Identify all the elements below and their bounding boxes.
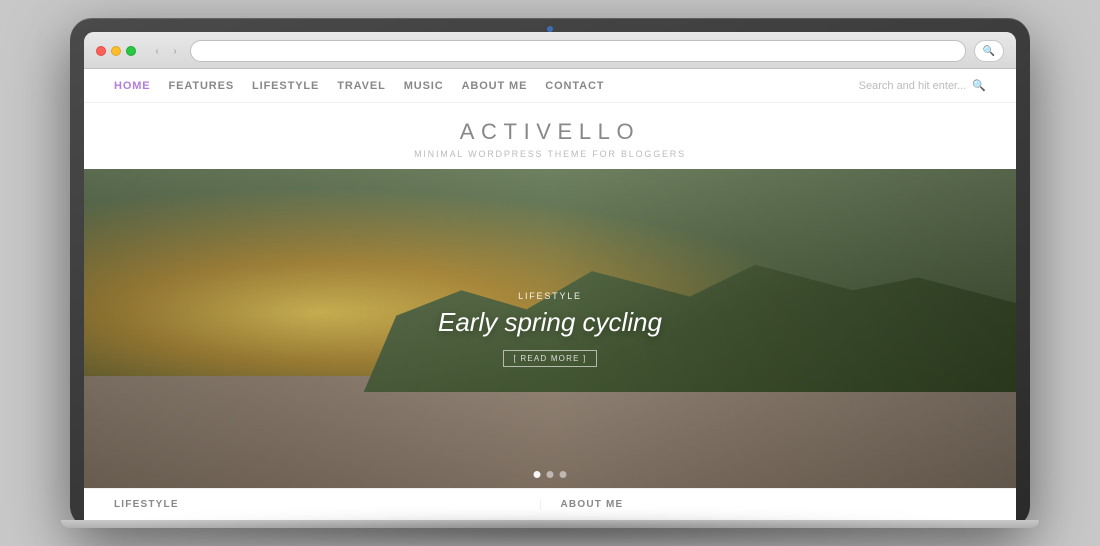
nav-links: HOME FEATURES LIFESTYLE TRAVEL MUSIC ABO… xyxy=(114,80,604,92)
search-icon[interactable]: 🔍 xyxy=(972,79,986,92)
hero-content: LIFESTYLE Early spring cycling [ READ MO… xyxy=(438,291,662,367)
site-header: ACTIVELLO MINIMAL WORDPRESS THEME FOR BL… xyxy=(84,103,1016,169)
site-subtitle: MINIMAL WORDPRESS THEME FOR BLOGGERS xyxy=(84,149,1016,159)
close-button[interactable] xyxy=(96,46,106,56)
nav-contact[interactable]: CONTACT xyxy=(545,80,604,92)
slider-dot-3[interactable] xyxy=(560,471,567,478)
hero-title: Early spring cycling xyxy=(438,307,662,338)
slider-dots xyxy=(534,471,567,478)
browser-search[interactable]: 🔍 xyxy=(974,40,1004,62)
footer-about-title: ABOUT ME xyxy=(561,499,967,510)
nav-music[interactable]: MUSIC xyxy=(404,80,444,92)
hero-read-more-button[interactable]: [ READ MORE ] xyxy=(503,350,598,367)
footer-col-about: ABOUT ME xyxy=(561,499,987,510)
nav-features[interactable]: FEATURES xyxy=(169,80,235,92)
site-navigation: HOME FEATURES LIFESTYLE TRAVEL MUSIC ABO… xyxy=(84,69,1016,103)
laptop-shadow xyxy=(118,520,982,540)
slider-dot-2[interactable] xyxy=(547,471,554,478)
traffic-lights xyxy=(96,46,136,56)
footer-col-lifestyle: LIFESTYLE xyxy=(114,499,541,510)
hero-section: LIFESTYLE Early spring cycling [ READ MO… xyxy=(84,169,1016,488)
nav-about[interactable]: ABOUT ME xyxy=(462,80,528,92)
forward-arrow[interactable]: › xyxy=(168,44,182,58)
footer-lifestyle-title: LIFESTYLE xyxy=(114,499,520,510)
site-search[interactable]: Search and hit enter... 🔍 xyxy=(859,79,986,92)
search-placeholder-text: Search and hit enter... xyxy=(859,80,967,92)
back-arrow[interactable]: ‹ xyxy=(150,44,164,58)
minimize-button[interactable] xyxy=(111,46,121,56)
hero-category: LIFESTYLE xyxy=(438,291,662,301)
maximize-button[interactable] xyxy=(126,46,136,56)
address-bar[interactable] xyxy=(190,40,966,62)
nav-home[interactable]: HOME xyxy=(114,80,151,92)
search-icon: 🔍 xyxy=(983,46,995,57)
slider-dot-1[interactable] xyxy=(534,471,541,478)
nav-lifestyle[interactable]: LIFESTYLE xyxy=(252,80,319,92)
laptop-shell: ‹ › 🔍 HOME FEATURES LIFESTYLE TRAVEL MUS… xyxy=(70,18,1030,528)
browser-chrome: ‹ › 🔍 xyxy=(84,32,1016,69)
nav-arrows: ‹ › xyxy=(150,44,182,58)
nav-travel[interactable]: TRAVEL xyxy=(337,80,385,92)
browser-window: ‹ › 🔍 HOME FEATURES LIFESTYLE TRAVEL MUS… xyxy=(84,32,1016,520)
site-title: ACTIVELLO xyxy=(84,119,1016,145)
footer-strip: LIFESTYLE ABOUT ME xyxy=(84,488,1016,520)
website-content: HOME FEATURES LIFESTYLE TRAVEL MUSIC ABO… xyxy=(84,69,1016,520)
